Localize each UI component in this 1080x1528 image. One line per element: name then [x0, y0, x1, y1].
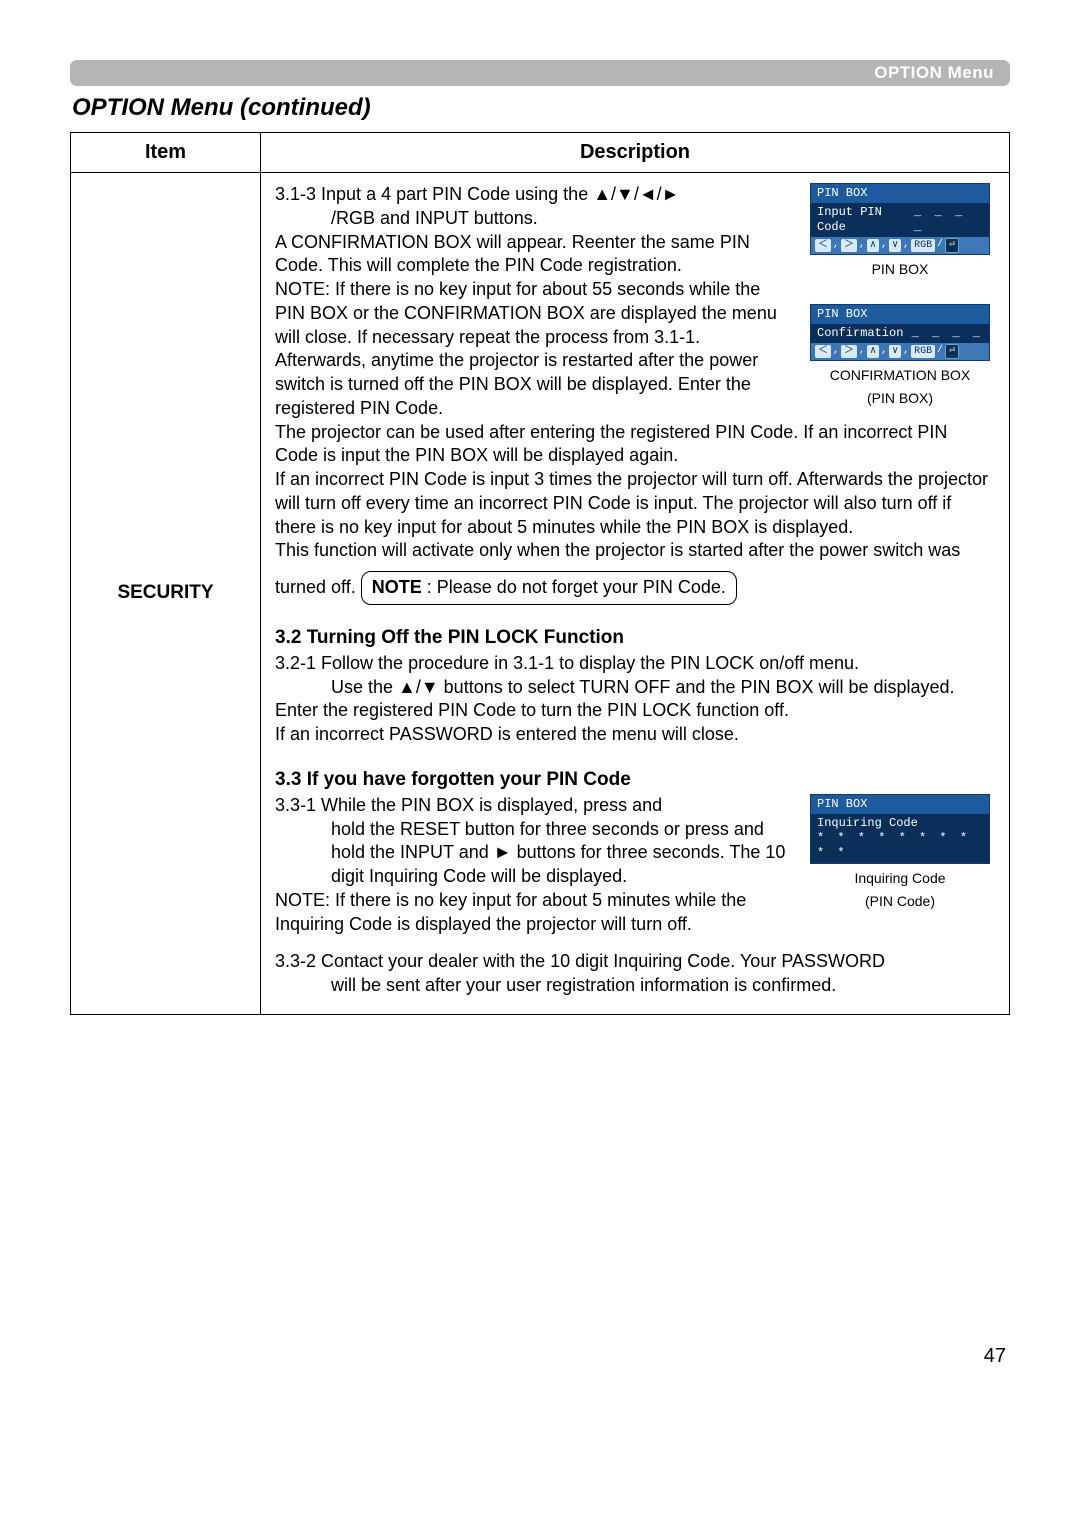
confirm-caption1: CONFIRMATION BOX: [830, 367, 971, 384]
key-up-icon: ∧: [867, 239, 879, 252]
confirm-caption2: (PIN BOX): [867, 390, 933, 407]
key-input-icon: ⏎: [945, 238, 959, 253]
s313-lead: 3.1-3 Input a 4 part PIN Code using the …: [275, 184, 679, 204]
key-right-icon: ＞: [841, 239, 857, 252]
key-right-icon: ＞: [841, 345, 857, 358]
header-label: OPTION Menu: [874, 63, 994, 83]
s33-title: 3.3 If you have forgotten your PIN Code: [275, 767, 995, 792]
inq-caption2: (PIN Code): [865, 893, 935, 910]
pinbox-diagram: PIN BOX Input PIN Code _ _ _ _ ＜, ＞, ∧, …: [810, 183, 990, 255]
pinbox-title: PIN BOX: [811, 184, 989, 203]
key-down-icon: ∨: [889, 345, 901, 358]
key-left-icon: ＜: [815, 345, 831, 358]
col-item: Item: [71, 133, 261, 173]
s313-p4: The projector can be used after entering…: [275, 422, 947, 466]
inq-stars: * * * * * * * * * *: [817, 831, 983, 861]
key-rgb-icon: RGB: [911, 239, 935, 252]
confirm-title: PIN BOX: [811, 305, 989, 324]
s33-p1: 3.3-1 While the PIN BOX is displayed, pr…: [275, 795, 662, 815]
header-bar: OPTION Menu: [70, 60, 1010, 86]
col-description: Description: [261, 133, 1010, 173]
s313-p5: If an incorrect PIN Code is input 3 time…: [275, 469, 988, 537]
s313-p1: A CONFIRMATION BOX will appear. Reenter …: [275, 232, 750, 276]
pinbox-caption: PIN BOX: [872, 261, 929, 278]
pinbox-keys: ＜, ＞, ∧, ∨, RGB / ⏎: [811, 237, 989, 254]
key-down-icon: ∨: [889, 239, 901, 252]
note-label: NOTE: [372, 577, 422, 597]
s313-p2: NOTE: If there is no key input for about…: [275, 279, 777, 347]
note-box: NOTE : Please do not forget your PIN Cod…: [361, 571, 737, 605]
item-security: SECURITY: [71, 173, 261, 1015]
inquiring-diagram: PIN BOX Inquiring Code * * * * * * * * *…: [810, 794, 990, 864]
inq-title: PIN BOX: [811, 795, 989, 814]
page-title: OPTION Menu (continued): [72, 94, 1010, 122]
s33-p1b: hold the RESET button for three seconds …: [275, 818, 787, 889]
key-input-icon: ⏎: [945, 344, 959, 359]
s32-title: 3.2 Turning Off the PIN LOCK Function: [275, 625, 995, 650]
s32-p3: If an incorrect PASSWORD is entered the …: [275, 724, 739, 744]
confirm-line: Confirmation: [817, 326, 903, 341]
note-text: : Please do not forget your PIN Code.: [422, 577, 726, 597]
confirm-diagram: PIN BOX Confirmation _ _ _ _ ＜, ＞, ∧, ∨,: [810, 304, 990, 361]
s32-p1b: Use the ▲/▼ buttons to select TURN OFF a…: [275, 676, 995, 700]
key-left-icon: ＜: [815, 239, 831, 252]
page-number: 47: [70, 1345, 1010, 1368]
s32-p2: Enter the registered PIN Code to turn th…: [275, 700, 789, 720]
s313-p3: Afterwards, anytime the projector is res…: [275, 350, 758, 418]
description-cell: 3.1-3 Input a 4 part PIN Code using the …: [261, 173, 1010, 1015]
s33-p3b: will be sent after your user registratio…: [275, 974, 995, 998]
key-rgb-icon: RGB: [911, 345, 935, 358]
inq-caption1: Inquiring Code: [854, 870, 945, 887]
pinbox-dashes: _ _ _ _: [914, 205, 983, 235]
s313-lead2: /RGB and INPUT buttons.: [275, 207, 787, 231]
pinbox-line: Input PIN Code: [817, 205, 914, 235]
inq-line: Inquiring Code: [817, 816, 983, 831]
confirm-dashes: _ _ _ _: [912, 326, 983, 341]
s33-p3: 3.3-2 Contact your dealer with the 10 di…: [275, 951, 885, 971]
s32-p1: 3.2-1 Follow the procedure in 3.1-1 to d…: [275, 653, 859, 673]
s33-p2: NOTE: If there is no key input for about…: [275, 890, 746, 934]
confirm-keys: ＜, ＞, ∧, ∨, RGB / ⏎: [811, 343, 989, 360]
security-table: Item Description SECURITY 3.1-3 Input a …: [70, 132, 1010, 1015]
key-up-icon: ∧: [867, 345, 879, 358]
